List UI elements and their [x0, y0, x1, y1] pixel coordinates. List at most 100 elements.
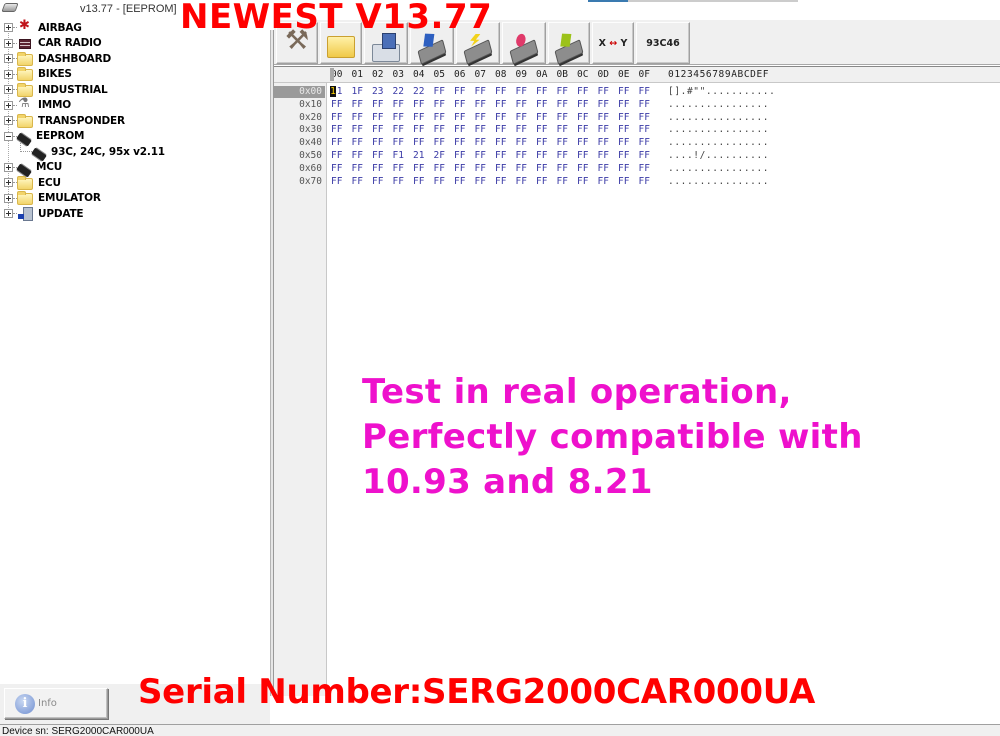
hex-byte[interactable]: F1: [393, 150, 404, 162]
hex-byte[interactable]: 1F: [352, 86, 363, 98]
hex-byte[interactable]: FF: [598, 176, 609, 188]
tree-item-eeprom-93c-24c-95x[interactable]: 93C, 24C, 95x v2.11: [0, 143, 270, 162]
hex-byte[interactable]: FF: [557, 86, 568, 98]
hex-byte[interactable]: FF: [495, 86, 506, 98]
hex-byte[interactable]: FF: [536, 163, 547, 175]
tree-item-car-radio[interactable]: CAR RADIO: [0, 36, 270, 52]
hex-byte[interactable]: FF: [639, 112, 650, 124]
chip-type-button[interactable]: 93C46: [636, 22, 690, 64]
hex-byte[interactable]: FF: [598, 112, 609, 124]
hex-byte[interactable]: 23: [372, 86, 383, 98]
tree-item-mcu[interactable]: MCU: [0, 160, 270, 178]
hex-byte[interactable]: FF: [372, 150, 383, 162]
hex-byte[interactable]: FF: [454, 86, 465, 98]
hex-byte[interactable]: FF: [536, 86, 547, 98]
row-address[interactable]: 0x60: [274, 163, 325, 175]
hex-byte[interactable]: FF: [516, 124, 527, 136]
hex-byte[interactable]: FF: [434, 99, 445, 111]
hex-byte[interactable]: FF: [331, 163, 342, 175]
hex-byte[interactable]: FF: [454, 112, 465, 124]
hex-byte[interactable]: FF: [331, 112, 342, 124]
hex-byte[interactable]: FF: [475, 112, 486, 124]
hex-byte[interactable]: FF: [475, 99, 486, 111]
hex-byte[interactable]: FF: [639, 163, 650, 175]
swap-bytes-button[interactable]: X ↔ Y: [592, 22, 634, 64]
hex-byte[interactable]: FF: [434, 86, 445, 98]
hex-byte[interactable]: FF: [475, 176, 486, 188]
hex-byte[interactable]: FF: [618, 86, 629, 98]
expand-icon[interactable]: [4, 100, 13, 110]
expand-icon[interactable]: [4, 54, 13, 64]
hex-byte[interactable]: FF: [557, 150, 568, 162]
hex-byte[interactable]: FF: [577, 137, 588, 149]
hex-byte[interactable]: FF: [577, 150, 588, 162]
hex-byte[interactable]: FF: [393, 137, 404, 149]
row-address[interactable]: 0x00: [274, 86, 325, 98]
hex-byte[interactable]: FF: [331, 176, 342, 188]
hex-byte[interactable]: FF: [413, 99, 424, 111]
hex-byte[interactable]: FF: [516, 99, 527, 111]
hex-byte[interactable]: FF: [536, 150, 547, 162]
hex-byte[interactable]: FF: [577, 112, 588, 124]
hex-byte[interactable]: FF: [393, 112, 404, 124]
hex-byte[interactable]: FF: [516, 176, 527, 188]
hex-byte[interactable]: FF: [536, 137, 547, 149]
hex-byte[interactable]: FF: [434, 163, 445, 175]
hex-byte[interactable]: FF: [352, 163, 363, 175]
expand-icon[interactable]: [4, 162, 13, 172]
hex-byte[interactable]: FF: [413, 124, 424, 136]
hex-byte[interactable]: FF: [516, 163, 527, 175]
hex-byte[interactable]: FF: [495, 176, 506, 188]
hex-byte[interactable]: FF: [413, 112, 424, 124]
hex-byte[interactable]: FF: [495, 124, 506, 136]
hex-byte[interactable]: FF: [372, 176, 383, 188]
hex-byte[interactable]: FF: [475, 124, 486, 136]
hex-byte[interactable]: FF: [557, 112, 568, 124]
hex-byte[interactable]: FF: [372, 163, 383, 175]
expand-icon[interactable]: [4, 116, 13, 126]
hex-byte[interactable]: FF: [495, 163, 506, 175]
expand-icon[interactable]: [4, 178, 13, 188]
expand-icon[interactable]: [4, 38, 13, 48]
hex-byte[interactable]: FF: [454, 150, 465, 162]
hex-byte[interactable]: FF: [413, 163, 424, 175]
tree-item-ecu[interactable]: ECU: [0, 175, 270, 191]
hex-byte[interactable]: FF: [618, 163, 629, 175]
hex-byte[interactable]: FF: [639, 99, 650, 111]
hex-byte[interactable]: FF: [536, 124, 547, 136]
tree-item-emulator[interactable]: EMULATOR: [0, 191, 270, 207]
hex-byte[interactable]: FF: [393, 124, 404, 136]
hex-byte[interactable]: FF: [516, 86, 527, 98]
hex-byte[interactable]: FF: [454, 163, 465, 175]
hex-byte[interactable]: 21: [413, 150, 424, 162]
tree-item-bikes[interactable]: BIKES: [0, 67, 270, 83]
hex-byte[interactable]: FF: [352, 137, 363, 149]
tree-item-industrial[interactable]: INDUSTRIAL: [0, 82, 270, 98]
hex-byte[interactable]: FF: [618, 112, 629, 124]
hex-byte[interactable]: FF: [434, 124, 445, 136]
hex-byte[interactable]: FF: [454, 176, 465, 188]
hex-byte[interactable]: FF: [372, 124, 383, 136]
hex-byte[interactable]: FF: [557, 99, 568, 111]
hex-byte[interactable]: FF: [618, 124, 629, 136]
erase-chip-button[interactable]: [548, 22, 590, 65]
hex-byte[interactable]: FF: [352, 176, 363, 188]
expand-icon[interactable]: [4, 85, 13, 95]
hex-byte[interactable]: FF: [495, 150, 506, 162]
hex-byte[interactable]: FF: [434, 137, 445, 149]
hex-byte[interactable]: FF: [434, 112, 445, 124]
row-address[interactable]: 0x10: [274, 99, 325, 111]
hex-byte[interactable]: FF: [454, 99, 465, 111]
hex-byte[interactable]: FF: [393, 176, 404, 188]
expand-icon[interactable]: [4, 193, 13, 203]
hex-byte[interactable]: FF: [475, 163, 486, 175]
collapse-icon[interactable]: [4, 131, 13, 141]
hex-byte[interactable]: FF: [618, 99, 629, 111]
hex-byte[interactable]: FF: [434, 176, 445, 188]
expand-icon[interactable]: [4, 69, 13, 79]
expand-icon[interactable]: [4, 23, 13, 33]
hex-byte[interactable]: FF: [413, 137, 424, 149]
hex-byte[interactable]: FF: [516, 150, 527, 162]
hex-byte[interactable]: FF: [516, 112, 527, 124]
hex-byte[interactable]: FF: [536, 112, 547, 124]
